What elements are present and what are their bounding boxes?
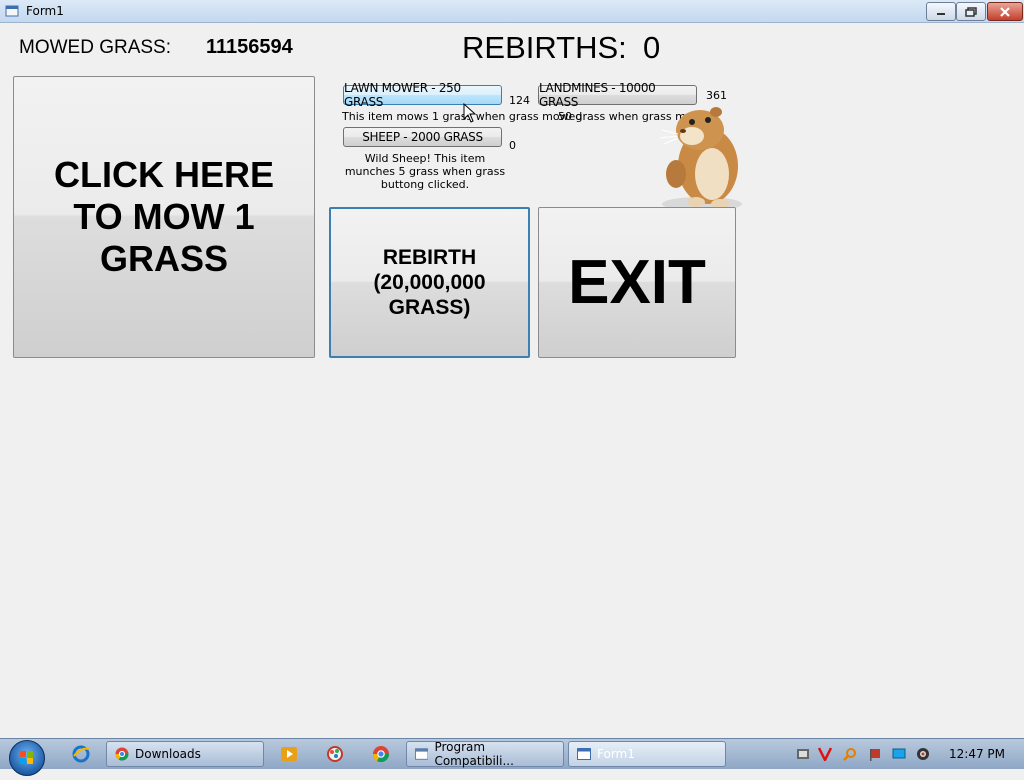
start-button[interactable] [9, 740, 45, 776]
mow-grass-button[interactable]: CLICK HERE TO MOW 1 GRASS [13, 76, 315, 358]
taskbar-item-downloads[interactable]: Downloads [106, 741, 264, 767]
taskbar-item-program-compatibility[interactable]: Program Compatibili... [406, 740, 564, 768]
taskbar-item-label: Form1 [597, 747, 635, 761]
close-button[interactable] [987, 2, 1023, 21]
flag-tray-icon[interactable] [868, 747, 882, 761]
close-icon [1000, 6, 1010, 17]
rebirth-button[interactable]: REBIRTH (20,000,000 GRASS) [329, 207, 530, 358]
lawn-mower-count: 124 [509, 94, 530, 107]
restore-icon [965, 6, 977, 17]
exit-button-label: EXIT [568, 248, 706, 317]
antivirus-tray-icon[interactable] [818, 747, 832, 761]
mowed-grass-label: MOWED GRASS: [19, 37, 172, 58]
media-player-icon[interactable] [280, 745, 298, 763]
internet-explorer-icon[interactable] [72, 745, 90, 763]
rebirths-label: REBIRTHS: [462, 30, 627, 65]
mow-grass-button-label: CLICK HERE TO MOW 1 GRASS [53, 154, 274, 279]
windows-logo-icon [20, 751, 33, 764]
minimize-button[interactable] [926, 2, 956, 21]
minimize-icon [937, 12, 945, 15]
taskbar-item-form1[interactable]: Form1 [568, 741, 726, 767]
mowed-grass-value: 11156594 [206, 36, 293, 58]
mouse-cursor-icon [463, 103, 477, 123]
taskbar-item-label: Program Compatibili... [434, 740, 514, 768]
network-tray-icon[interactable] [796, 747, 810, 761]
program-compatibility-icon [415, 748, 429, 760]
landmines-count: 361 [706, 89, 727, 102]
title-bar: Form1 [0, 0, 1024, 23]
sheep-count: 0 [509, 139, 516, 152]
buy-landmines-button[interactable]: LANDMINES - 10000 GRASS [538, 81, 697, 109]
buy-sheep-button[interactable]: SHEEP - 2000 GRASS [343, 127, 502, 147]
volume-tray-icon[interactable] [916, 747, 930, 761]
rebirths-value: 0 [643, 30, 661, 65]
restore-button[interactable] [956, 2, 986, 21]
window-title: Form1 [26, 4, 64, 18]
display-tray-icon[interactable] [892, 747, 906, 761]
exit-button[interactable]: EXIT [538, 207, 736, 358]
paint-icon[interactable] [326, 745, 344, 763]
buy-lawn-mower-button[interactable]: LAWN MOWER - 250 GRASS [343, 81, 502, 109]
form-icon [577, 748, 591, 760]
chrome-browser-icon[interactable] [372, 745, 390, 763]
chrome-icon [115, 747, 129, 761]
taskbar: Downloads Program Compatibili... Form1 1… [0, 738, 1024, 776]
app-icon [5, 5, 19, 17]
taskbar-item-label: Downloads [135, 747, 201, 761]
search-tray-icon[interactable] [843, 747, 857, 761]
sheep-description: Wild Sheep! This item munches 5 grass wh… [344, 152, 506, 191]
taskbar-clock[interactable]: 12:47 PM [949, 747, 1005, 761]
rebirth-button-label: REBIRTH (20,000,000 GRASS) [373, 246, 486, 319]
hamster-image [659, 107, 742, 211]
